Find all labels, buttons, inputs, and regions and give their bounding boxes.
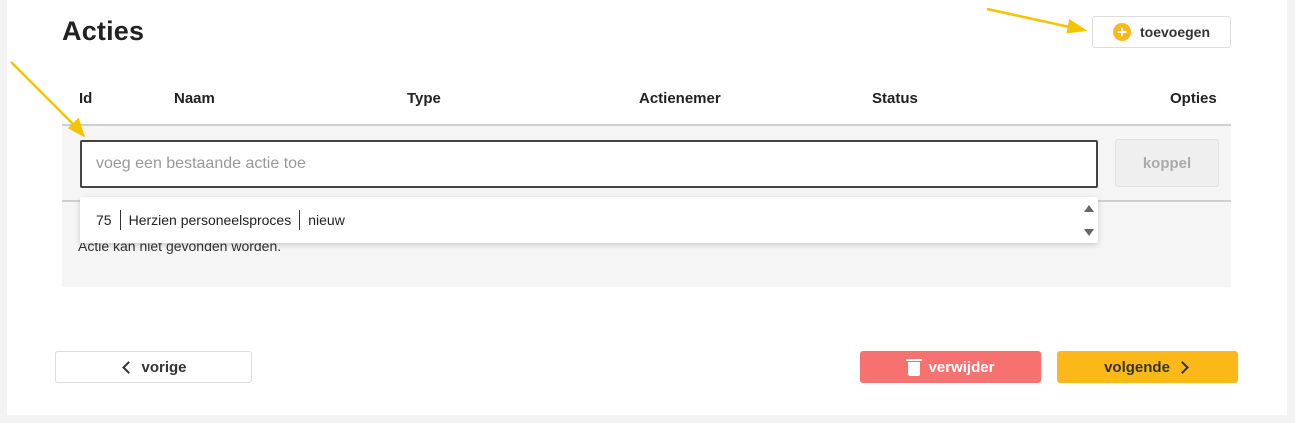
search-action-input[interactable] bbox=[80, 140, 1098, 188]
list-item[interactable]: 75 Herzien personeelsproces nieuw bbox=[80, 197, 353, 243]
previous-button[interactable]: vorige bbox=[55, 351, 252, 383]
page-title: Acties bbox=[62, 16, 145, 46]
column-header-status: Status bbox=[872, 90, 918, 107]
delete-button[interactable]: verwijder bbox=[860, 351, 1041, 383]
add-existing-action-panel: koppel Actie kan niet gevonden worden. 7… bbox=[62, 126, 1231, 287]
column-header-type: Type bbox=[407, 90, 441, 107]
column-header-opties: Opties bbox=[1170, 90, 1217, 107]
dropdown-item-name: Herzien personeelsproces bbox=[128, 212, 292, 228]
dropdown-item-id: 75 bbox=[96, 212, 112, 228]
next-label: volgende bbox=[1104, 358, 1170, 376]
autocomplete-dropdown: 75 Herzien personeelsproces nieuw bbox=[80, 197, 1098, 243]
trash-icon bbox=[905, 358, 922, 376]
dropdown-item-status: nieuw bbox=[308, 212, 345, 228]
chevron-right-icon bbox=[1176, 360, 1189, 374]
column-header-naam: Naam bbox=[174, 90, 215, 107]
scroll-up-icon[interactable] bbox=[1084, 205, 1094, 212]
link-button[interactable]: koppel bbox=[1115, 139, 1219, 187]
previous-label: vorige bbox=[141, 358, 187, 376]
delete-label: verwijder bbox=[928, 358, 995, 376]
table-header: Id Naam Type Actienemer Status Opties bbox=[62, 80, 1231, 126]
plus-circle-icon bbox=[1112, 23, 1131, 41]
chevron-left-icon bbox=[122, 360, 136, 374]
next-button[interactable]: volgende bbox=[1057, 351, 1238, 383]
add-action-label: toevoegen bbox=[1139, 24, 1210, 40]
column-header-actienemer: Actienemer bbox=[639, 90, 721, 107]
column-header-id: Id bbox=[79, 90, 93, 107]
add-action-button[interactable]: toevoegen bbox=[1092, 16, 1231, 48]
scroll-down-icon[interactable] bbox=[1084, 229, 1094, 236]
